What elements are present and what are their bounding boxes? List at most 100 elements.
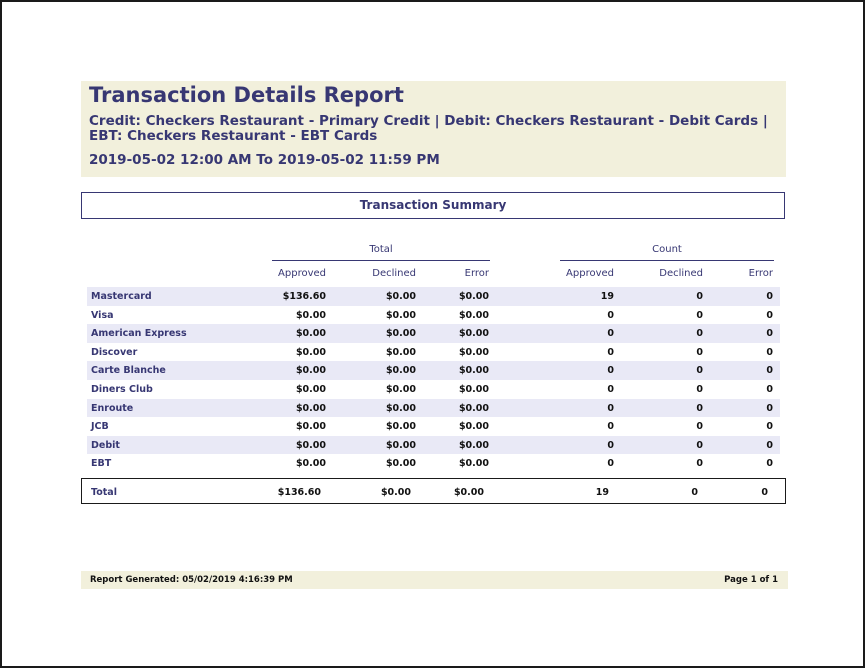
table-cell: 0 (696, 328, 703, 340)
summary-heading-box: Transaction Summary (81, 192, 785, 219)
table-cell: $0.00 (295, 365, 326, 377)
total-cell: $0.00 (453, 487, 484, 498)
table-cell: 0 (607, 328, 614, 340)
report-subtitle: Credit: Checkers Restaurant - Primary Cr… (89, 113, 768, 144)
table-cell: $0.00 (385, 439, 416, 451)
table-row: Mastercard $136.60 $0.00 $0.00 19 0 0 (87, 287, 780, 306)
table-cell: $0.00 (385, 346, 416, 358)
table-cell: 19 (600, 291, 614, 302)
summary-table-body: Mastercard $136.60 $0.00 $0.00 19 0 0 Visa $0.00… (87, 287, 780, 473)
row-label: Carte Blanche (91, 365, 166, 377)
table-cell: 0 (607, 383, 614, 395)
table-cell: $0.00 (458, 346, 489, 358)
column-header-total-approved: Approved (278, 268, 326, 279)
row-label: Discover (91, 346, 138, 358)
table-cell: $0.00 (295, 346, 326, 358)
table-cell: $0.00 (385, 383, 416, 395)
table-cell: 0 (766, 365, 773, 377)
table-cell: $0.00 (385, 458, 416, 470)
table-cell: 0 (696, 402, 703, 414)
table-cell: $136.60 (282, 291, 326, 302)
table-row: Discover $0.00 $0.00 $0.00 0 0 0 (87, 343, 780, 362)
table-cell: 0 (607, 458, 614, 470)
report-footer: Report Generated: 05/02/2019 4:16:39 PM … (81, 571, 788, 589)
table-cell: $0.00 (458, 383, 489, 395)
table-row: American Express $0.00 $0.00 $0.00 0 0 0 (87, 324, 780, 343)
row-label: Diners Club (91, 383, 153, 395)
table-cell: $0.00 (458, 309, 489, 321)
column-header-total-error: Error (464, 268, 489, 279)
table-cell: $0.00 (458, 458, 489, 470)
table-cell: $0.00 (458, 421, 489, 433)
table-cell: 0 (766, 458, 773, 470)
column-header-total-declined: Declined (372, 268, 416, 279)
total-cell: 0 (761, 487, 768, 498)
report-date-range: 2019-05-02 12:00 AM To 2019-05-02 11:59 … (89, 152, 440, 168)
table-row: Visa $0.00 $0.00 $0.00 0 0 0 (87, 306, 780, 325)
table-cell: 0 (696, 439, 703, 451)
column-header-count-declined: Declined (659, 268, 703, 279)
table-cell: 0 (607, 402, 614, 414)
table-row: Debit $0.00 $0.00 $0.00 0 0 0 (87, 435, 780, 455)
total-cell: $0.00 (380, 487, 411, 498)
group-divider-total (272, 260, 490, 261)
group-header-total: Total (369, 244, 393, 255)
row-label: Debit (91, 439, 120, 451)
table-cell: 0 (766, 309, 773, 321)
table-cell: 0 (766, 402, 773, 414)
table-row: Enroute $0.00 $0.00 $0.00 0 0 0 (87, 398, 780, 418)
report-header: Transaction Details Report Credit: Check… (81, 81, 786, 177)
table-cell: $0.00 (458, 291, 489, 302)
table-cell: $0.00 (458, 328, 489, 340)
row-label: Visa (91, 309, 114, 321)
table-cell: 0 (607, 346, 614, 358)
table-cell: $0.00 (295, 421, 326, 433)
table-cell: $0.00 (295, 309, 326, 321)
table-cell: 0 (696, 365, 703, 377)
table-row: EBT $0.00 $0.00 $0.00 0 0 0 (87, 454, 780, 473)
report-generated-timestamp: Report Generated: 05/02/2019 4:16:39 PM (90, 575, 293, 585)
row-label: EBT (91, 458, 112, 470)
table-cell: $0.00 (295, 328, 326, 340)
table-cell: 0 (696, 291, 703, 302)
table-cell: 0 (696, 458, 703, 470)
column-header-count-approved: Approved (566, 268, 614, 279)
table-row: Diners Club $0.00 $0.00 $0.00 0 0 0 (87, 380, 780, 399)
summary-heading: Transaction Summary (359, 198, 507, 212)
table-cell: 0 (766, 439, 773, 451)
report-page: Transaction Details Report Credit: Check… (0, 0, 865, 668)
table-cell: $0.00 (385, 365, 416, 377)
group-header-count: Count (652, 244, 682, 255)
page-indicator: Page 1 of 1 (724, 575, 778, 585)
table-row: JCB $0.00 $0.00 $0.00 0 0 0 (87, 417, 780, 436)
table-cell: 0 (696, 383, 703, 395)
table-cell: $0.00 (385, 309, 416, 321)
table-cell: 0 (766, 328, 773, 340)
table-cell: 0 (607, 439, 614, 451)
table-cell: $0.00 (295, 458, 326, 470)
total-cell: 0 (691, 487, 698, 498)
table-cell: 0 (607, 365, 614, 377)
table-cell: 0 (766, 383, 773, 395)
table-cell: 0 (696, 346, 703, 358)
table-cell: 0 (696, 421, 703, 433)
group-divider-count (560, 260, 774, 261)
total-cell: 19 (595, 487, 609, 498)
table-cell: $0.00 (458, 402, 489, 414)
total-row: Total $136.60 $0.00 $0.00 19 0 0 (81, 478, 786, 504)
row-label: Enroute (91, 402, 134, 414)
column-header-count-error: Error (748, 268, 773, 279)
row-label: JCB (91, 421, 109, 433)
table-cell: $0.00 (458, 439, 489, 451)
row-label: Mastercard (91, 291, 152, 302)
total-cell: $136.60 (277, 487, 321, 498)
table-cell: $0.00 (385, 421, 416, 433)
table-cell: 0 (607, 421, 614, 433)
table-cell: 0 (607, 309, 614, 321)
total-row-label: Total (91, 487, 117, 498)
report-title: Transaction Details Report (89, 83, 404, 107)
table-cell: 0 (766, 291, 773, 302)
table-row: Carte Blanche $0.00 $0.00 $0.00 0 0 0 (87, 361, 780, 380)
table-cell: $0.00 (295, 439, 326, 451)
table-cell: 0 (696, 309, 703, 321)
